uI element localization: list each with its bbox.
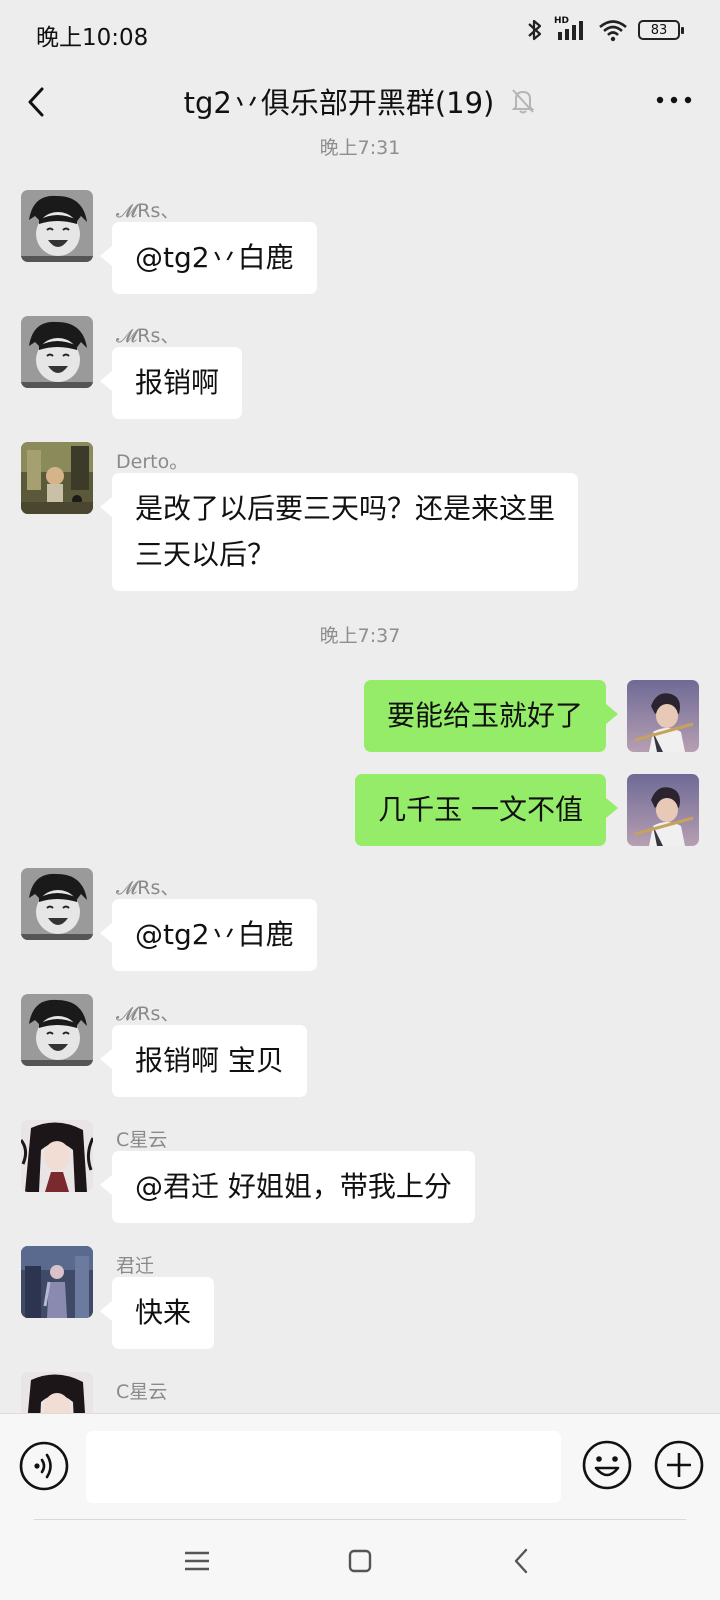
message-bubble[interactable]: 要能给玉就好了 (363, 680, 619, 752)
sender-name: Derto。 (116, 451, 189, 473)
voice-button[interactable] (18, 1440, 70, 1492)
more-dots-icon (656, 96, 692, 104)
avatar-junqian[interactable] (21, 1246, 93, 1318)
home-square-icon (348, 1549, 372, 1573)
back-triangle-icon (514, 1548, 528, 1574)
divider (34, 1519, 686, 1520)
bluetooth-icon (528, 19, 542, 41)
sender-name: C星云 (116, 1129, 168, 1151)
nav-menu-button[interactable] (177, 1541, 217, 1581)
more-functions-button[interactable] (652, 1438, 706, 1492)
chat-messages[interactable]: 晚上7:31 𝓜Rs、 @tg2丷白鹿 𝓜Rs、 报销啊 Derto。 是改了以… (0, 138, 720, 1413)
chat-header: tg2丷俱乐部开黑群(19) (0, 66, 720, 138)
avatar-self[interactable] (627, 680, 699, 752)
sender-name: 𝓜Rs、 (116, 877, 180, 899)
cellular-signal-icon: HD (554, 16, 588, 42)
message-bubble[interactable]: 报销啊 (99, 347, 243, 419)
message-line: 是改了以后要三天吗？还是来这里 (135, 492, 556, 525)
sender-name: 𝓜Rs、 (116, 325, 180, 347)
message-bubble[interactable]: @tg2丷白鹿 (100, 222, 317, 294)
sender-name: 君迁 (116, 1255, 155, 1277)
avatar-self[interactable] (627, 774, 699, 846)
avatar-mrs[interactable] (21, 994, 93, 1066)
status-time: 晚上10:08 (36, 25, 149, 51)
avatar-derto[interactable] (21, 442, 93, 514)
avatar-cxingyun[interactable] (21, 1120, 93, 1192)
battery-indicator: 83 (638, 20, 684, 40)
time-divider: 晚上7:37 (319, 625, 401, 647)
nav-back-button[interactable] (502, 1541, 542, 1581)
menu-icon (185, 1551, 209, 1571)
wifi-icon (599, 20, 627, 42)
emoji-button[interactable] (580, 1438, 634, 1492)
voice-icon (19, 1441, 69, 1491)
sender-name: 𝓜Rs、 (116, 200, 180, 222)
message-bubble[interactable]: 快来 (99, 1277, 215, 1349)
time-divider: 晚上7:31 (319, 138, 401, 159)
status-bar: 晚上10:08 HD 83 (0, 0, 720, 66)
nav-home-button[interactable] (340, 1541, 380, 1581)
chat-title: tg2丷俱乐部开黑群(19) (183, 86, 495, 120)
message-bubble[interactable]: @tg2丷白鹿 (100, 899, 317, 971)
message-bubble[interactable]: 报销啊 宝贝 (100, 1025, 307, 1097)
message-input[interactable] (86, 1431, 561, 1503)
avatar-mrs[interactable] (21, 190, 93, 262)
system-nav-bar (0, 1519, 720, 1600)
message-bubble[interactable]: 几千玉 一文不值 (355, 774, 618, 846)
emoji-icon (582, 1440, 632, 1490)
sender-name: 𝓜Rs、 (116, 1003, 180, 1025)
message-bubble[interactable]: @君迁 好姐姐，带我上分 (100, 1151, 475, 1223)
bell-off-icon (511, 89, 535, 114)
status-icons: HD 83 (526, 16, 684, 42)
avatar-mrs[interactable] (21, 316, 93, 388)
sender-name: C星云 (116, 1381, 168, 1403)
message-line: 三天以后？ (135, 538, 276, 571)
avatar-cxingyun[interactable] (21, 1372, 93, 1413)
more-options-button[interactable] (648, 78, 700, 122)
message-bubble[interactable]: 是改了以后要三天吗？还是来这里 三天以后？ (99, 473, 579, 591)
avatar-mrs[interactable] (21, 868, 93, 940)
input-bar (0, 1413, 720, 1519)
plus-icon (654, 1440, 704, 1490)
